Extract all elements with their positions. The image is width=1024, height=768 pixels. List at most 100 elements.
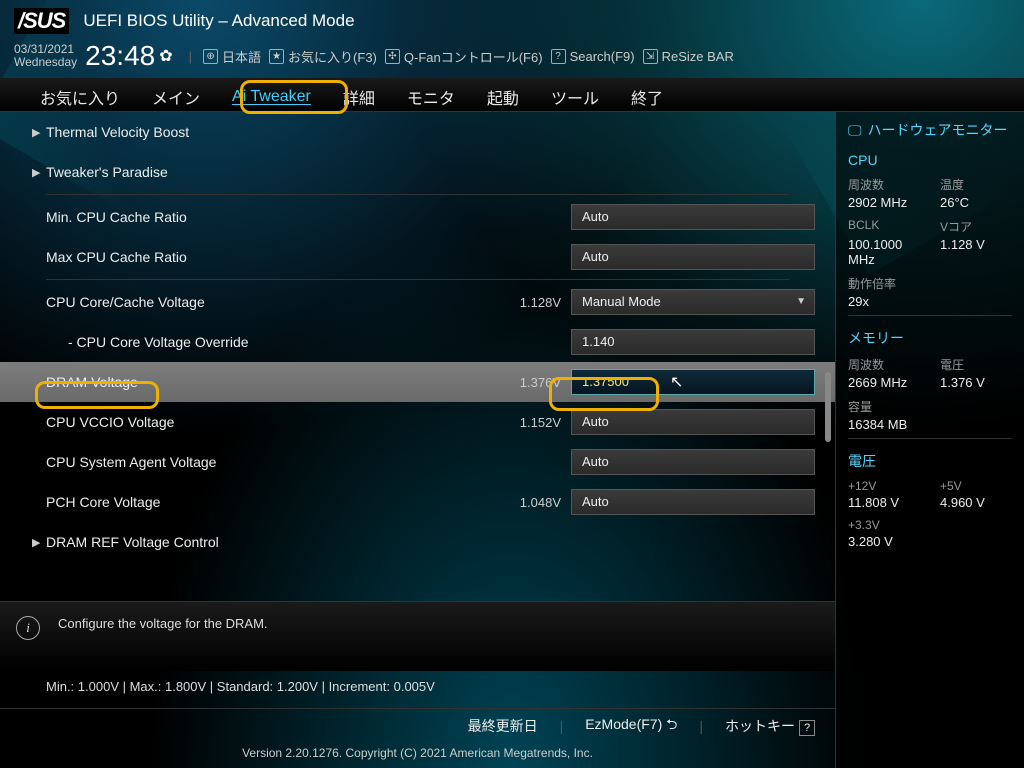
language-button[interactable]: ⊕ 日本語 bbox=[200, 45, 264, 68]
setting-row[interactable]: PCH Core Voltage 1.048VAuto bbox=[0, 482, 835, 522]
v12-value: 11.808 V bbox=[848, 495, 920, 510]
setting-input[interactable]: Auto bbox=[571, 409, 815, 435]
scrollbar-thumb[interactable] bbox=[825, 372, 831, 442]
setting-label: DRAM Voltage bbox=[46, 374, 316, 390]
memory-section-label: メモリー bbox=[848, 328, 1012, 348]
setting-row[interactable]: - CPU Core Voltage Override 1.140 bbox=[0, 322, 835, 362]
setting-dropdown[interactable]: Manual Mode bbox=[571, 289, 815, 315]
cpu-temp-value: 26°C bbox=[940, 195, 1012, 210]
bclk-label: BCLK bbox=[848, 218, 920, 235]
hardware-monitor-panel: 🖵ハードウェアモニター CPU 周波数温度 2902 MHz26°C BCLKV… bbox=[835, 112, 1024, 768]
favorites-label: お気に入り(F3) bbox=[288, 47, 377, 66]
ratio-value: 29x bbox=[848, 294, 920, 309]
value-range-text: Min.: 1.000V | Max.: 1.800V | Standard: … bbox=[0, 671, 835, 708]
setting-current: 1.048V bbox=[505, 495, 571, 510]
chevron-right-icon: ▶ bbox=[32, 126, 40, 139]
globe-icon: ⊕ bbox=[203, 49, 218, 64]
setting-current: 1.128V bbox=[505, 295, 571, 310]
help-panel: i Configure the voltage for the DRAM. bbox=[0, 601, 835, 671]
vcore-value: 1.128 V bbox=[940, 237, 1012, 267]
main-tabs: お気に入りメイン Ai Tweaker 詳細モニタ起動ツール終了 bbox=[0, 78, 1024, 112]
tab-0[interactable]: お気に入り bbox=[34, 81, 126, 113]
star-icon: ★ bbox=[269, 49, 284, 64]
setting-label: CPU Core/Cache Voltage bbox=[46, 294, 316, 310]
fan-icon: ✣ bbox=[385, 49, 400, 64]
setting-row[interactable]: CPU VCCIO Voltage 1.152VAuto bbox=[0, 402, 835, 442]
v33-label: +3.3V bbox=[848, 518, 920, 532]
last-update-button[interactable]: 最終更新日 bbox=[468, 716, 538, 736]
mem-volt-value: 1.376 V bbox=[940, 375, 1012, 390]
setting-row[interactable]: CPU System Agent Voltage Auto bbox=[0, 442, 835, 482]
tab-4[interactable]: モニタ bbox=[401, 81, 461, 113]
chevron-right-icon: ▶ bbox=[32, 166, 40, 179]
cpu-freq-label: 周波数 bbox=[848, 176, 920, 193]
search-icon: ? bbox=[551, 49, 566, 64]
v5-label: +5V bbox=[940, 479, 1012, 493]
setting-input[interactable]: 1.140 bbox=[571, 329, 815, 355]
resize-icon: ⇲ bbox=[643, 49, 658, 64]
setting-label: CPU VCCIO Voltage bbox=[46, 414, 316, 430]
setting-row[interactable]: CPU Core/Cache Voltage 1.128VManual Mode bbox=[0, 282, 835, 322]
setting-label: CPU System Agent Voltage bbox=[46, 454, 316, 470]
page-title: UEFI BIOS Utility – Advanced Mode bbox=[83, 11, 354, 31]
asus-logo: /SUS bbox=[14, 8, 69, 34]
search-label: Search(F9) bbox=[570, 49, 635, 64]
resizebar-button[interactable]: ⇲ ReSize BAR bbox=[640, 47, 737, 66]
tab-3[interactable]: 詳細 bbox=[337, 81, 381, 113]
setting-input[interactable]: 1.37500 bbox=[571, 369, 815, 395]
mem-cap-label: 容量 bbox=[848, 398, 920, 415]
clock-time: 23:48 bbox=[85, 40, 155, 72]
setting-label: Min. CPU Cache Ratio bbox=[46, 209, 316, 225]
mem-freq-label: 周波数 bbox=[848, 356, 920, 373]
monitor-title: ハードウェアモニター bbox=[868, 120, 1008, 140]
setting-input[interactable]: Auto bbox=[571, 244, 815, 270]
setting-row[interactable]: DRAM Voltage1.376V1.37500↖ bbox=[0, 362, 835, 402]
setting-label: Thermal Velocity Boost bbox=[46, 124, 316, 140]
tab-1[interactable]: メイン bbox=[146, 81, 206, 113]
setting-row[interactable]: ▶ DRAM REF Voltage Control bbox=[0, 522, 835, 562]
tab-7[interactable]: 終了 bbox=[625, 81, 669, 113]
voltage-section-label: 電圧 bbox=[848, 451, 1012, 471]
setting-input[interactable]: Auto bbox=[571, 449, 815, 475]
setting-label: DRAM REF Voltage Control bbox=[46, 534, 316, 550]
hotkey-button[interactable]: ホットキー? bbox=[725, 716, 815, 736]
setting-row[interactable]: ▶ Tweaker's Paradise bbox=[0, 152, 835, 192]
tab-6[interactable]: ツール bbox=[545, 81, 605, 113]
language-label: 日本語 bbox=[222, 47, 261, 66]
bclk-value: 100.1000 MHz bbox=[848, 237, 920, 267]
vcore-label: Vコア bbox=[940, 218, 1012, 235]
setting-row[interactable]: Min. CPU Cache Ratio Auto bbox=[0, 197, 835, 237]
setting-current: 1.152V bbox=[505, 415, 571, 430]
setting-row[interactable]: ▶ Thermal Velocity Boost bbox=[0, 112, 835, 152]
help-text: Configure the voltage for the DRAM. bbox=[58, 616, 268, 631]
cpu-temp-label: 温度 bbox=[940, 176, 1012, 193]
mem-freq-value: 2669 MHz bbox=[848, 375, 920, 390]
search-button[interactable]: ? Search(F9) bbox=[548, 47, 638, 66]
qfan-button[interactable]: ✣ Q-Fanコントロール(F6) bbox=[382, 45, 546, 68]
cpu-section-label: CPU bbox=[848, 152, 1012, 168]
v33-value: 3.280 V bbox=[848, 534, 920, 549]
mem-volt-label: 電圧 bbox=[940, 356, 1012, 373]
weekday: Wednesday bbox=[14, 56, 77, 69]
cursor-icon: ↖ bbox=[670, 372, 683, 392]
setting-input[interactable]: Auto bbox=[571, 489, 815, 515]
chevron-right-icon: ▶ bbox=[32, 536, 40, 549]
setting-label: - CPU Core Voltage Override bbox=[46, 334, 316, 350]
setting-label: PCH Core Voltage bbox=[46, 494, 316, 510]
resizebar-label: ReSize BAR bbox=[662, 49, 734, 64]
tab-5[interactable]: 起動 bbox=[481, 81, 525, 113]
monitor-icon: 🖵 bbox=[848, 122, 862, 139]
ratio-label: 動作倍率 bbox=[848, 275, 920, 292]
v12-label: +12V bbox=[848, 479, 920, 493]
settings-list: ▶ Thermal Velocity Boost ▶ Tweaker's Paradi… bbox=[0, 112, 835, 601]
gear-icon[interactable]: ✿ bbox=[159, 46, 172, 66]
setting-row[interactable]: Max CPU Cache RatioAuto bbox=[0, 237, 835, 277]
ezmode-button[interactable]: EzMode(F7) ⮌ bbox=[585, 714, 677, 738]
version-text: Version 2.20.1276. Copyright (C) 2021 Am… bbox=[0, 742, 835, 768]
mem-cap-value: 16384 MB bbox=[848, 417, 920, 432]
favorites-button[interactable]: ★ お気に入り(F3) bbox=[266, 45, 380, 68]
qfan-label: Q-Fanコントロール(F6) bbox=[404, 47, 543, 66]
tab-2[interactable]: Ai Tweaker bbox=[226, 84, 317, 110]
setting-label: Tweaker's Paradise bbox=[46, 164, 316, 180]
setting-input[interactable]: Auto bbox=[571, 204, 815, 230]
